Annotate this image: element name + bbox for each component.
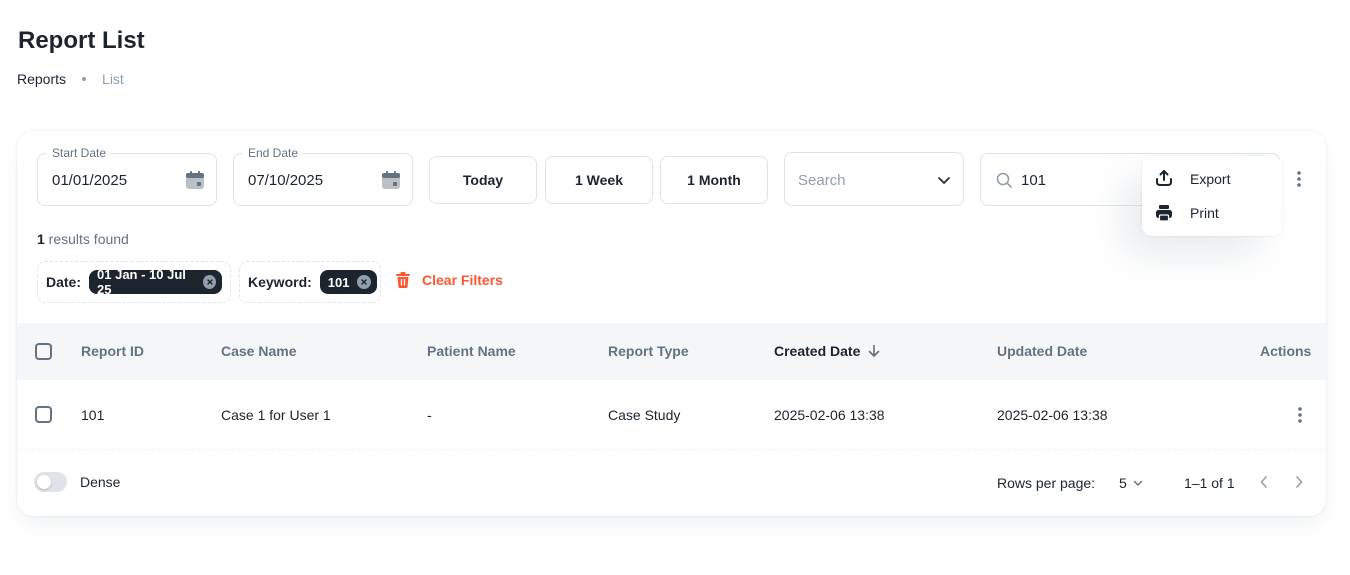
- chevron-left-icon: [1260, 476, 1267, 488]
- filter-chip-date[interactable]: 01 Jan - 10 Jul 25: [89, 267, 222, 297]
- prev-page-button[interactable]: [1255, 473, 1273, 491]
- cell-report-id: 101: [81, 407, 105, 423]
- dense-toggle-knob: [37, 475, 51, 489]
- table-head: Report ID Case Name Patient Name Report …: [17, 323, 1326, 380]
- header-case-name[interactable]: Case Name: [221, 343, 297, 359]
- report-card: Start Date 01/01/2025 End Date 07/10/202…: [17, 131, 1326, 516]
- menu-item-print[interactable]: Print: [1142, 196, 1282, 230]
- calendar-icon[interactable]: [185, 170, 205, 190]
- rows-per-page-label: Rows per page:: [997, 475, 1096, 491]
- breadcrumb-link-reports[interactable]: Reports: [17, 71, 66, 87]
- header-created-date-label: Created Date: [774, 343, 861, 359]
- search-icon: [996, 172, 1012, 188]
- header-patient-name[interactable]: Patient Name: [427, 343, 516, 359]
- export-icon: [1156, 170, 1172, 186]
- filter-chip-date-label: 01 Jan - 10 Jul 25: [97, 267, 186, 297]
- results-count: 1 results found: [37, 231, 129, 247]
- rows-per-page-value: 5: [1119, 475, 1127, 491]
- breadcrumb-separator: [82, 77, 87, 81]
- header-updated-date[interactable]: Updated Date: [997, 343, 1087, 359]
- more-vertical-icon: [1298, 407, 1302, 423]
- end-date-value[interactable]: 07/10/2025: [248, 172, 323, 189]
- chip-remove-icon[interactable]: [356, 275, 371, 289]
- rows-per-page-select[interactable]: 5: [1119, 475, 1144, 491]
- cell-updated-date: 2025-02-06 13:38: [997, 407, 1108, 423]
- filter-chip-keyword[interactable]: 101: [319, 270, 377, 294]
- filter-chip-keyword-label: 101: [327, 274, 350, 290]
- range-month-button[interactable]: 1 Month: [660, 156, 768, 204]
- next-page-button[interactable]: [1290, 473, 1308, 491]
- start-date-label: Start Date: [47, 146, 112, 160]
- menu-item-export[interactable]: Export: [1142, 162, 1282, 196]
- chevron-down-icon: [938, 177, 950, 184]
- select-all-checkbox[interactable]: [35, 343, 52, 360]
- cell-case-name: Case 1 for User 1: [221, 407, 331, 423]
- more-vertical-icon: [1297, 171, 1301, 187]
- clear-filters-label: Clear Filters: [422, 272, 503, 288]
- breadcrumb: Reports List: [17, 71, 124, 87]
- row-checkbox[interactable]: [35, 406, 52, 423]
- start-date-field[interactable]: Start Date 01/01/2025: [37, 146, 217, 206]
- menu-item-print-label: Print: [1190, 205, 1219, 221]
- table-row[interactable]: 101 Case 1 for User 1 - Case Study 2025-…: [17, 380, 1326, 450]
- range-week-button[interactable]: 1 Week: [545, 156, 653, 204]
- results-text: results found: [44, 231, 129, 247]
- page-title: Report List: [18, 27, 145, 54]
- dense-toggle[interactable]: [34, 472, 67, 492]
- header-actions: Actions: [1260, 343, 1312, 359]
- printer-icon: [1156, 205, 1172, 222]
- chevron-down-icon: [1133, 480, 1143, 486]
- chevron-right-icon: [1296, 476, 1303, 488]
- report-type-placeholder: Search: [798, 172, 846, 189]
- cell-patient-name: -: [427, 407, 432, 423]
- dense-label: Dense: [80, 474, 121, 490]
- trash-icon: [396, 272, 410, 288]
- end-date-field[interactable]: End Date 07/10/2025: [233, 146, 413, 206]
- arrow-down-icon: [869, 344, 880, 357]
- chip-remove-icon[interactable]: [203, 275, 216, 289]
- filter-group-keyword: Keyword: 101: [239, 261, 381, 303]
- page-range: 1–1 of 1: [1184, 475, 1235, 491]
- results-number: 1: [37, 231, 45, 247]
- menu-item-export-label: Export: [1190, 171, 1231, 187]
- filter-keyword-label: Keyword:: [248, 274, 312, 290]
- actions-menu: Export Print: [1142, 156, 1282, 236]
- table-footer: Dense Rows per page: 5 1–1 of 1: [17, 451, 1326, 515]
- cell-created-date: 2025-02-06 13:38: [774, 407, 885, 423]
- header-report-type[interactable]: Report Type: [608, 343, 689, 359]
- breadcrumb-current: List: [102, 71, 124, 87]
- search-value[interactable]: 101: [1021, 172, 1046, 189]
- row-actions-button[interactable]: [1290, 405, 1310, 425]
- filter-group-date: Date: 01 Jan - 10 Jul 25: [37, 261, 231, 303]
- clear-filters-button[interactable]: Clear Filters: [394, 271, 503, 289]
- report-type-select[interactable]: Search: [784, 152, 964, 206]
- range-today-button[interactable]: Today: [429, 156, 537, 204]
- more-options-button[interactable]: [1287, 167, 1311, 191]
- header-report-id[interactable]: Report ID: [81, 343, 144, 359]
- cell-report-type: Case Study: [608, 407, 681, 423]
- header-created-date[interactable]: Created Date: [774, 343, 881, 359]
- calendar-icon[interactable]: [381, 170, 401, 190]
- start-date-value[interactable]: 01/01/2025: [52, 172, 127, 189]
- filter-date-label: Date:: [46, 274, 82, 290]
- end-date-label: End Date: [243, 146, 304, 160]
